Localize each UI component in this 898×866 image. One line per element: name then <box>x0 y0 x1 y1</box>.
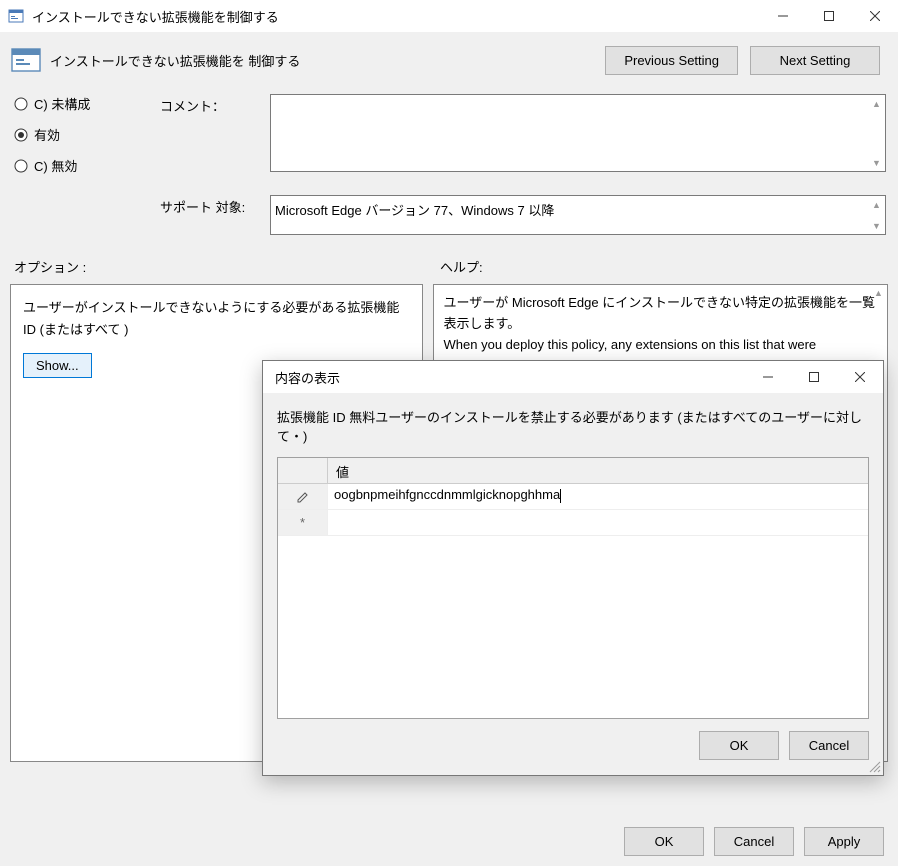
grid-row-new[interactable]: * <box>278 510 868 536</box>
previous-setting-button[interactable]: Previous Setting <box>605 46 738 75</box>
ok-button[interactable]: OK <box>624 827 704 856</box>
dialog-ok-button[interactable]: OK <box>699 731 779 760</box>
grid-cell-value-1[interactable]: oogbnpmeihfgnccdnmmlgicknopghhma <box>328 484 868 509</box>
next-setting-button[interactable]: Next Setting <box>750 46 880 75</box>
dialog-title: 内容の表示 <box>271 368 745 387</box>
radio-not-configured-label: C) 未構成 <box>34 94 90 113</box>
radio-disabled-label: C) 無効 <box>34 156 77 175</box>
edit-row-icon <box>278 484 328 509</box>
dialog-description: 拡張機能 ID 無料ユーザーのインストールを禁止する必要があります (またはすべ… <box>277 407 869 445</box>
resize-grip-icon[interactable] <box>867 759 881 773</box>
radio-enabled-label: 有効 <box>34 125 60 144</box>
radio-disabled[interactable]: C) 無効 <box>14 156 160 175</box>
apply-button[interactable]: Apply <box>804 827 884 856</box>
help-text-line1: ユーザーが Microsoft Edge にインストールできない特定の拡張機能を… <box>444 295 875 331</box>
scroll-up-icon[interactable]: ▲ <box>868 95 885 112</box>
show-button[interactable]: Show... <box>23 353 92 378</box>
comment-label: コメント： <box>160 94 270 187</box>
grid-corner <box>278 458 328 483</box>
radio-enabled[interactable]: 有効 <box>14 125 160 144</box>
dialog-button-bar: OK Cancel <box>277 731 869 760</box>
grid-header: 値 <box>278 458 868 484</box>
main-titlebar: インストールできない拡張機能を制御する <box>0 0 898 32</box>
dialog-content: 拡張機能 ID 無料ユーザーのインストールを禁止する必要があります (またはすべ… <box>263 393 883 770</box>
maximize-button[interactable] <box>806 0 852 32</box>
radio-group: C) 未構成 有効 C) 無効 <box>10 94 160 187</box>
minimize-button[interactable] <box>760 0 806 32</box>
grid-cell-value-new[interactable] <box>328 510 868 535</box>
dialog-close-button[interactable] <box>837 361 883 393</box>
comment-textarea[interactable]: ▲ ▼ <box>270 94 886 172</box>
app-icon <box>8 8 24 24</box>
scroll-up-icon[interactable]: ▲ <box>870 285 887 302</box>
scroll-down-icon[interactable]: ▼ <box>868 217 885 234</box>
policy-title: インストールできない拡張機能を 制御する <box>50 51 605 70</box>
help-section-label: ヘルプ: <box>440 257 483 276</box>
dialog-titlebar: 内容の表示 <box>263 361 883 393</box>
dialog-maximize-button[interactable] <box>791 361 837 393</box>
policy-icon <box>10 44 42 76</box>
support-textarea: Microsoft Edge バージョン 77、Windows 7 以降 ▲ ▼ <box>270 195 886 235</box>
value-grid[interactable]: 値 oogbnpmeihfgnccdnmmlgicknopghhma * <box>277 457 869 719</box>
scroll-up-icon[interactable]: ▲ <box>868 196 885 213</box>
close-button[interactable] <box>852 0 898 32</box>
show-contents-dialog: 内容の表示 拡張機能 ID 無料ユーザーのインストールを禁止する必要があります … <box>262 360 884 776</box>
header-row: インストールできない拡張機能を 制御する Previous Setting Ne… <box>10 44 888 76</box>
value-column-header[interactable]: 値 <box>328 458 868 483</box>
grid-row-1[interactable]: oogbnpmeihfgnccdnmmlgicknopghhma <box>278 484 868 510</box>
radio-not-configured[interactable]: C) 未構成 <box>14 94 160 113</box>
support-value: Microsoft Edge バージョン 77、Windows 7 以降 <box>275 203 554 218</box>
help-text-line2: When you deploy this policy, any extensi… <box>444 337 817 352</box>
scroll-down-icon[interactable]: ▼ <box>868 154 885 171</box>
cancel-button[interactable]: Cancel <box>714 827 794 856</box>
text-caret <box>560 489 561 503</box>
new-row-icon: * <box>278 510 328 535</box>
window-title: インストールできない拡張機能を制御する <box>32 7 760 26</box>
window-controls <box>760 0 898 32</box>
dialog-cancel-button[interactable]: Cancel <box>789 731 869 760</box>
options-section-label: オプション : <box>10 257 440 276</box>
main-button-bar: OK Cancel Apply <box>624 827 884 856</box>
dialog-minimize-button[interactable] <box>745 361 791 393</box>
options-description: ユーザーがインストールできないようにする必要がある拡張機能 ID (またはすべて… <box>23 297 410 341</box>
support-label: サポート 対象: <box>160 195 270 235</box>
